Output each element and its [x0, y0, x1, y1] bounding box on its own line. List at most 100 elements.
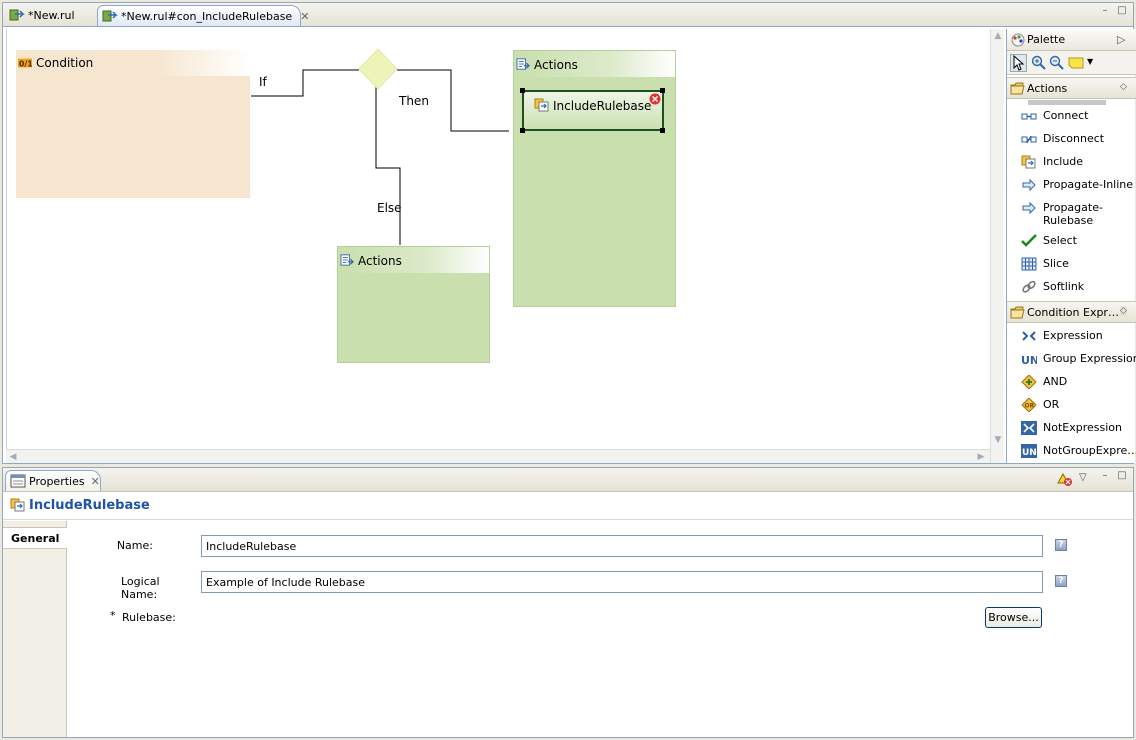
- side-tab-general[interactable]: General: [3, 527, 67, 549]
- palette-item-disconnect[interactable]: Disconnect: [1021, 131, 1135, 151]
- not-group-expression-icon: UN: [1021, 444, 1037, 458]
- actions-label: Actions: [534, 58, 578, 72]
- palette-toolbar: ▼: [1007, 51, 1136, 75]
- tab-new-rul-include-rulebase[interactable]: *New.rul#con_IncludeRulebase ✕: [97, 5, 309, 26]
- scroll-up-icon[interactable]: ▲: [991, 29, 1005, 43]
- svg-text:UN: UN: [1021, 354, 1037, 366]
- then-actions-node[interactable]: Actions: [513, 50, 676, 307]
- palette-item-include[interactable]: Include: [1021, 154, 1135, 174]
- palette-item-propagate-rulebase[interactable]: Propagate- Rulebase: [1021, 200, 1135, 228]
- include-icon: [1021, 155, 1036, 169]
- palette-item-or[interactable]: OR OR: [1021, 397, 1135, 417]
- browse-button[interactable]: Browse...: [985, 607, 1042, 628]
- properties-title-row: IncludeRulebase: [3, 492, 1133, 520]
- tab-new-rul[interactable]: *New.rul: [5, 5, 81, 26]
- palette-item-softlink[interactable]: Softlink: [1021, 279, 1135, 299]
- zoom-out-icon[interactable]: [1049, 55, 1064, 70]
- disconnect-icon: [1021, 135, 1037, 144]
- selection-handle[interactable]: [520, 88, 525, 93]
- decision-diamond: [358, 48, 398, 90]
- zoom-in-icon[interactable]: [1031, 55, 1046, 70]
- pointer-icon: [1013, 54, 1025, 71]
- selection-handle[interactable]: [660, 128, 665, 133]
- palette-header[interactable]: Palette ▷: [1007, 29, 1136, 51]
- view-menu-icon[interactable]: ▽: [1079, 472, 1087, 483]
- svg-text:UN: UN: [1022, 448, 1037, 458]
- scroll-right-icon[interactable]: ▶: [974, 450, 988, 464]
- folder-open-icon: [1010, 82, 1025, 95]
- svg-text:OR: OR: [1025, 403, 1035, 410]
- note-icon[interactable]: [1068, 56, 1084, 70]
- palette-item-not-expression[interactable]: NotExpression: [1021, 420, 1135, 440]
- condition-node[interactable]: 0/1 Condition: [16, 50, 250, 198]
- selection-handle[interactable]: [660, 88, 665, 93]
- scroll-down-icon[interactable]: ▼: [991, 433, 1005, 447]
- palette-drawer-condition-expressions[interactable]: Condition Expr… ◇: [1007, 301, 1136, 323]
- drawer-pin-icon[interactable]: ◇: [1120, 82, 1127, 92]
- diagram-canvas[interactable]: 0/1 Condition If Then Else Actions Inclu…: [6, 29, 1003, 449]
- scroll-left-icon[interactable]: ◀: [6, 450, 20, 464]
- required-marker: *: [110, 609, 116, 622]
- slice-icon: [1021, 257, 1037, 271]
- palette: Palette ▷ ▼ Actions ◇ Connect Disconnect: [1006, 29, 1136, 463]
- editor-tab-bar: *New.rul *New.rul#con_IncludeRulebase ✕ –…: [3, 3, 1133, 27]
- palette-item-and[interactable]: AND: [1021, 374, 1135, 394]
- palette-title: Palette: [1027, 33, 1066, 46]
- drawer-pin-icon[interactable]: ◇: [1120, 306, 1127, 316]
- palette-item-select[interactable]: Select: [1021, 233, 1135, 253]
- tab-label: *New.rul#con_IncludeRulebase: [121, 10, 293, 23]
- close-icon[interactable]: ✕: [300, 10, 309, 23]
- propagate-icon: [1022, 178, 1036, 192]
- palette-item-connect[interactable]: Connect: [1021, 108, 1135, 128]
- group-expression-icon: UN: [1021, 354, 1037, 366]
- properties-side-tabs: General: [3, 521, 67, 737]
- close-icon[interactable]: ✕: [91, 475, 100, 488]
- collapse-palette-icon[interactable]: ▷: [1117, 33, 1125, 46]
- name-help-button[interactable]: ?: [1055, 539, 1067, 551]
- select-tool-button[interactable]: [1010, 54, 1027, 72]
- name-field[interactable]: [201, 535, 1043, 557]
- connect-icon: [1021, 113, 1037, 120]
- palette-item-propagate-inline[interactable]: Propagate-Inline: [1021, 177, 1135, 197]
- error-icon: [649, 93, 661, 105]
- rule-file-icon: [102, 10, 118, 22]
- rule-editor: *New.rul *New.rul#con_IncludeRulebase ✕ –…: [2, 2, 1136, 464]
- palette-item-group-expression[interactable]: UN Group Expression: [1021, 351, 1136, 371]
- palette-item-slice[interactable]: Slice: [1021, 256, 1135, 276]
- properties-title: IncludeRulebase: [29, 498, 150, 513]
- propagate-icon: [1022, 201, 1036, 215]
- properties-tab-bar: Properties ✕ ▽ – □: [3, 468, 1133, 492]
- selection-handle[interactable]: [520, 128, 525, 133]
- drawer-label: Actions: [1027, 82, 1068, 95]
- include-icon: [10, 498, 25, 512]
- chevron-down-icon[interactable]: ▼: [1087, 57, 1093, 66]
- properties-icon: [10, 474, 26, 488]
- include-icon: [534, 98, 549, 112]
- tab-properties[interactable]: Properties ✕: [5, 470, 101, 491]
- checkmark-icon: [1021, 234, 1037, 247]
- rulebase-label: Rulebase:: [122, 611, 176, 624]
- folder-open-icon: [1010, 306, 1025, 319]
- tab-label: *New.rul: [28, 9, 75, 22]
- warning-error-icon[interactable]: [1057, 473, 1073, 487]
- minimize-button[interactable]: –: [1100, 6, 1110, 17]
- drawer-label: Condition Expr…: [1027, 306, 1119, 319]
- properties-view: Properties ✕ ▽ – □ IncludeRulebase Genera…: [2, 467, 1134, 738]
- palette-item-expression[interactable]: Expression: [1021, 328, 1135, 348]
- not-expression-icon: [1021, 421, 1037, 435]
- vertical-scrollbar[interactable]: ▲ ▼: [990, 29, 1004, 463]
- maximize-button[interactable]: □: [1117, 6, 1127, 17]
- actions-label: Actions: [358, 254, 402, 268]
- rule-file-icon: [9, 9, 25, 21]
- link-icon: [1022, 280, 1036, 293]
- minimize-button[interactable]: –: [1100, 471, 1110, 482]
- maximize-button[interactable]: □: [1117, 471, 1127, 482]
- logical-name-help-button[interactable]: ?: [1055, 575, 1067, 587]
- palette-item-not-group-expression[interactable]: UN NotGroupExpre…: [1021, 443, 1136, 463]
- logical-name-field[interactable]: [201, 571, 1043, 593]
- drawer-scroll-indicator[interactable]: [1028, 100, 1106, 105]
- else-actions-node[interactable]: Actions: [337, 246, 490, 363]
- palette-drawer-actions[interactable]: Actions ◇: [1007, 77, 1136, 99]
- horizontal-scrollbar[interactable]: ◀ ▶: [6, 449, 990, 463]
- include-rulebase-node[interactable]: IncludeRulebase: [522, 90, 664, 131]
